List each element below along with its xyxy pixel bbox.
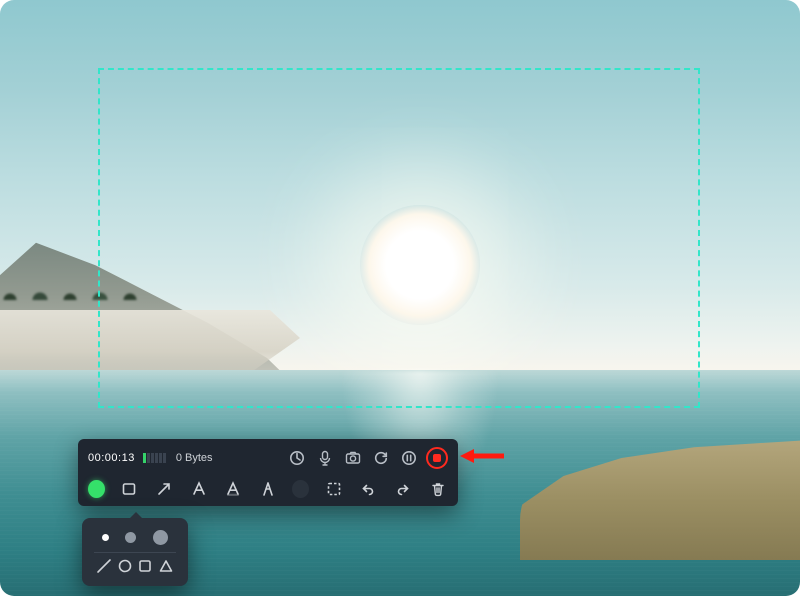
stroke-size-small[interactable] [102,534,109,541]
color-swatch-green[interactable] [88,480,105,498]
shape-square[interactable] [137,558,153,579]
rectangle-tool[interactable] [119,478,140,500]
shape-triangle[interactable] [158,558,174,579]
screenshot-background [0,0,800,596]
restart-button[interactable] [370,447,392,469]
undo-button[interactable] [358,478,379,500]
audio-level-meter [143,453,166,463]
recording-timer: 00:00:13 [88,452,135,464]
camera-button[interactable] [342,447,364,469]
divider [94,552,176,553]
text-tool[interactable] [188,478,209,500]
shape-circle[interactable] [117,558,133,579]
microphone-button[interactable] [314,447,336,469]
stroke-size-large[interactable] [153,530,168,545]
recording-filesize: 0 Bytes [176,452,213,464]
stroke-style-popover [82,518,188,586]
highlighter-tool[interactable] [223,478,244,500]
redo-button[interactable] [393,478,414,500]
marquee-tool[interactable] [323,478,344,500]
shape-line[interactable] [96,558,112,579]
trash-button[interactable] [427,478,448,500]
cursor-highlight-button[interactable] [286,447,308,469]
caliper-tool[interactable] [258,478,279,500]
stop-button[interactable] [426,447,448,469]
pause-button[interactable] [398,447,420,469]
recording-toolbar: 00:00:13 0 Bytes [78,439,458,506]
stroke-size-medium[interactable] [125,532,136,543]
arrow-tool[interactable] [154,478,175,500]
color-swatch-dark[interactable] [292,480,309,498]
